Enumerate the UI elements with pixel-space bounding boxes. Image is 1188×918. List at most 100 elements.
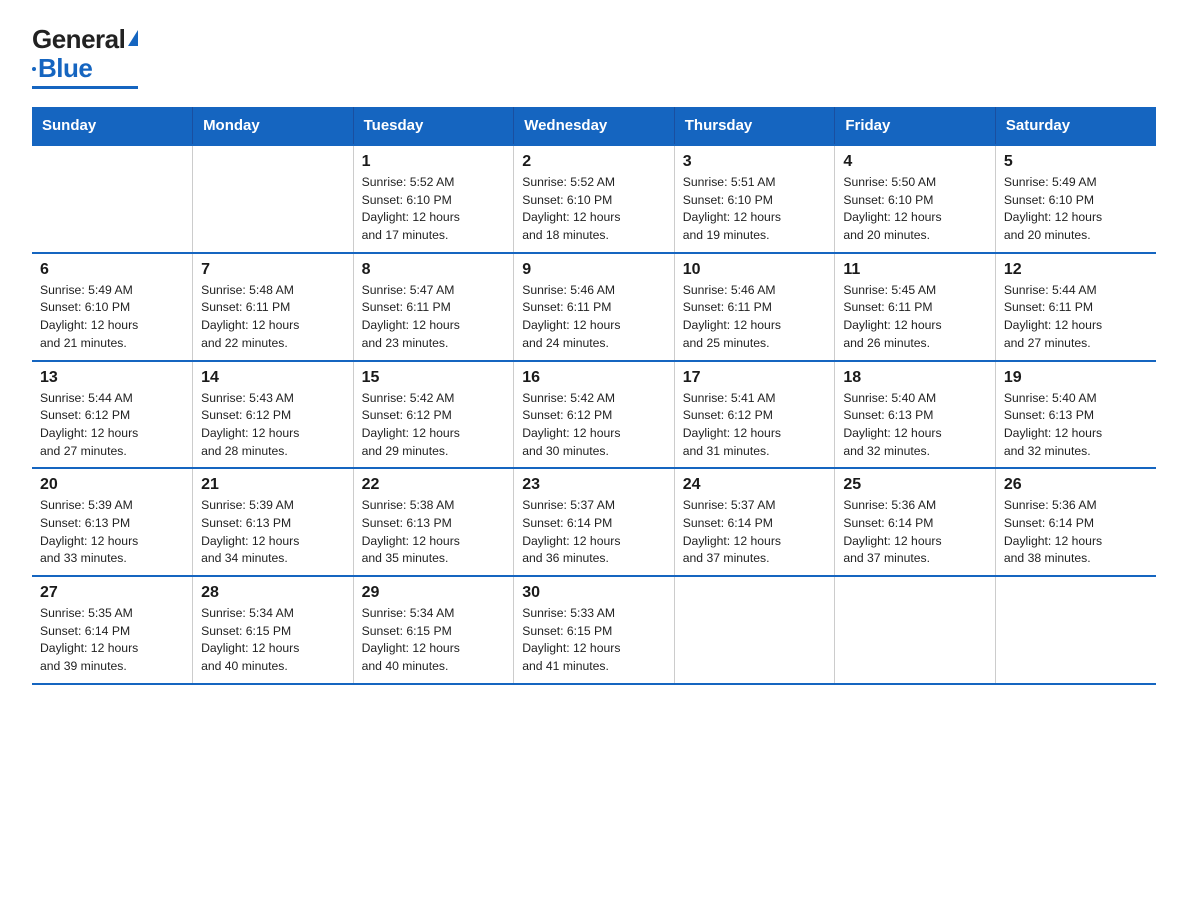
calendar-cell: 2 Sunrise: 5:52 AM Sunset: 6:10 PM Daylig… [514, 145, 675, 253]
calendar-cell: 25 Sunrise: 5:36 AM Sunset: 6:14 PM Dayli… [835, 468, 996, 576]
day-number: 28 [201, 584, 345, 602]
day-info: Sunrise: 5:36 AM Sunset: 6:14 PM Dayligh… [843, 497, 987, 568]
weekday-header-thursday: Thursday [674, 107, 835, 145]
day-info: Sunrise: 5:47 AM Sunset: 6:11 PM Dayligh… [362, 282, 506, 353]
day-info: Sunrise: 5:43 AM Sunset: 6:12 PM Dayligh… [201, 390, 345, 461]
calendar-cell: 22 Sunrise: 5:38 AM Sunset: 6:13 PM Dayli… [353, 468, 514, 576]
day-number: 30 [522, 584, 666, 602]
calendar-cell: 8 Sunrise: 5:47 AM Sunset: 6:11 PM Daylig… [353, 253, 514, 361]
day-info: Sunrise: 5:39 AM Sunset: 6:13 PM Dayligh… [40, 497, 184, 568]
day-number: 2 [522, 153, 666, 171]
day-number: 10 [683, 261, 827, 279]
day-info: Sunrise: 5:42 AM Sunset: 6:12 PM Dayligh… [362, 390, 506, 461]
day-info: Sunrise: 5:48 AM Sunset: 6:11 PM Dayligh… [201, 282, 345, 353]
calendar-body: 1 Sunrise: 5:52 AM Sunset: 6:10 PM Daylig… [32, 145, 1156, 684]
day-number: 3 [683, 153, 827, 171]
calendar-week-row: 1 Sunrise: 5:52 AM Sunset: 6:10 PM Daylig… [32, 145, 1156, 253]
calendar-cell: 6Sunrise: 5:49 AM Sunset: 6:10 PM Daylig… [32, 253, 193, 361]
weekday-header-monday: Monday [193, 107, 354, 145]
weekday-header-wednesday: Wednesday [514, 107, 675, 145]
day-info: Sunrise: 5:44 AM Sunset: 6:12 PM Dayligh… [40, 390, 184, 461]
calendar-cell: 7Sunrise: 5:48 AM Sunset: 6:11 PM Daylig… [193, 253, 354, 361]
day-number: 11 [843, 261, 987, 279]
logo: General Blue [32, 24, 138, 89]
calendar-cell: 21Sunrise: 5:39 AM Sunset: 6:13 PM Dayli… [193, 468, 354, 576]
calendar-cell: 14 Sunrise: 5:43 AM Sunset: 6:12 PM Dayli… [193, 361, 354, 469]
calendar-week-row: 13 Sunrise: 5:44 AM Sunset: 6:12 PM Dayli… [32, 361, 1156, 469]
day-info: Sunrise: 5:45 AM Sunset: 6:11 PM Dayligh… [843, 282, 987, 353]
calendar-cell: 23 Sunrise: 5:37 AM Sunset: 6:14 PM Dayli… [514, 468, 675, 576]
calendar-cell: 1 Sunrise: 5:52 AM Sunset: 6:10 PM Daylig… [353, 145, 514, 253]
day-number: 13 [40, 369, 184, 387]
logo-underline [32, 86, 138, 89]
logo-triangle-icon [128, 30, 138, 46]
calendar-cell: 26Sunrise: 5:36 AM Sunset: 6:14 PM Dayli… [995, 468, 1156, 576]
day-info: Sunrise: 5:35 AM Sunset: 6:14 PM Dayligh… [40, 605, 184, 676]
day-number: 27 [40, 584, 184, 602]
calendar-cell: 29Sunrise: 5:34 AM Sunset: 6:15 PM Dayli… [353, 576, 514, 684]
calendar-week-row: 6Sunrise: 5:49 AM Sunset: 6:10 PM Daylig… [32, 253, 1156, 361]
day-info: Sunrise: 5:42 AM Sunset: 6:12 PM Dayligh… [522, 390, 666, 461]
day-info: Sunrise: 5:37 AM Sunset: 6:14 PM Dayligh… [522, 497, 666, 568]
day-info: Sunrise: 5:34 AM Sunset: 6:15 PM Dayligh… [362, 605, 506, 676]
calendar-cell: 11 Sunrise: 5:45 AM Sunset: 6:11 PM Dayli… [835, 253, 996, 361]
day-info: Sunrise: 5:46 AM Sunset: 6:11 PM Dayligh… [522, 282, 666, 353]
day-number: 9 [522, 261, 666, 279]
calendar-week-row: 20 Sunrise: 5:39 AM Sunset: 6:13 PM Dayli… [32, 468, 1156, 576]
day-number: 24 [683, 476, 827, 494]
day-number: 26 [1004, 476, 1148, 494]
day-number: 5 [1004, 153, 1148, 171]
weekday-header-tuesday: Tuesday [353, 107, 514, 145]
day-info: Sunrise: 5:37 AM Sunset: 6:14 PM Dayligh… [683, 497, 827, 568]
calendar-cell [995, 576, 1156, 684]
day-number: 18 [843, 369, 987, 387]
calendar-cell: 3 Sunrise: 5:51 AM Sunset: 6:10 PM Daylig… [674, 145, 835, 253]
day-info: Sunrise: 5:52 AM Sunset: 6:10 PM Dayligh… [522, 174, 666, 245]
calendar-cell: 15 Sunrise: 5:42 AM Sunset: 6:12 PM Dayli… [353, 361, 514, 469]
calendar-cell: 17Sunrise: 5:41 AM Sunset: 6:12 PM Dayli… [674, 361, 835, 469]
weekday-header-row: SundayMondayTuesdayWednesdayThursdayFrid… [32, 107, 1156, 145]
day-number: 23 [522, 476, 666, 494]
calendar-cell: 20 Sunrise: 5:39 AM Sunset: 6:13 PM Dayli… [32, 468, 193, 576]
day-number: 25 [843, 476, 987, 494]
day-info: Sunrise: 5:50 AM Sunset: 6:10 PM Dayligh… [843, 174, 987, 245]
day-info: Sunrise: 5:40 AM Sunset: 6:13 PM Dayligh… [1004, 390, 1148, 461]
calendar-cell: 10Sunrise: 5:46 AM Sunset: 6:11 PM Dayli… [674, 253, 835, 361]
calendar-header: SundayMondayTuesdayWednesdayThursdayFrid… [32, 107, 1156, 145]
calendar-cell: 28 Sunrise: 5:34 AM Sunset: 6:15 PM Dayli… [193, 576, 354, 684]
day-number: 12 [1004, 261, 1148, 279]
day-number: 16 [522, 369, 666, 387]
logo-dot [32, 67, 36, 71]
day-info: Sunrise: 5:38 AM Sunset: 6:13 PM Dayligh… [362, 497, 506, 568]
calendar-cell: 18Sunrise: 5:40 AM Sunset: 6:13 PM Dayli… [835, 361, 996, 469]
weekday-header-saturday: Saturday [995, 107, 1156, 145]
calendar-cell: 16 Sunrise: 5:42 AM Sunset: 6:12 PM Dayli… [514, 361, 675, 469]
day-info: Sunrise: 5:49 AM Sunset: 6:10 PM Dayligh… [1004, 174, 1148, 245]
weekday-header-sunday: Sunday [32, 107, 193, 145]
day-info: Sunrise: 5:44 AM Sunset: 6:11 PM Dayligh… [1004, 282, 1148, 353]
calendar-cell: 19 Sunrise: 5:40 AM Sunset: 6:13 PM Dayli… [995, 361, 1156, 469]
day-number: 19 [1004, 369, 1148, 387]
calendar-cell [835, 576, 996, 684]
day-number: 20 [40, 476, 184, 494]
weekday-header-friday: Friday [835, 107, 996, 145]
logo-general-text: General [32, 24, 125, 55]
calendar-table: SundayMondayTuesdayWednesdayThursdayFrid… [32, 107, 1156, 685]
day-info: Sunrise: 5:51 AM Sunset: 6:10 PM Dayligh… [683, 174, 827, 245]
calendar-cell: 12 Sunrise: 5:44 AM Sunset: 6:11 PM Dayli… [995, 253, 1156, 361]
day-info: Sunrise: 5:34 AM Sunset: 6:15 PM Dayligh… [201, 605, 345, 676]
logo-blue-text: Blue [38, 53, 92, 84]
day-number: 15 [362, 369, 506, 387]
day-info: Sunrise: 5:49 AM Sunset: 6:10 PM Dayligh… [40, 282, 184, 353]
day-number: 21 [201, 476, 345, 494]
day-number: 1 [362, 153, 506, 171]
day-number: 17 [683, 369, 827, 387]
day-number: 14 [201, 369, 345, 387]
day-number: 22 [362, 476, 506, 494]
calendar-week-row: 27 Sunrise: 5:35 AM Sunset: 6:14 PM Dayli… [32, 576, 1156, 684]
day-number: 8 [362, 261, 506, 279]
calendar-cell [674, 576, 835, 684]
day-info: Sunrise: 5:52 AM Sunset: 6:10 PM Dayligh… [362, 174, 506, 245]
day-number: 4 [843, 153, 987, 171]
calendar-cell: 24 Sunrise: 5:37 AM Sunset: 6:14 PM Dayli… [674, 468, 835, 576]
